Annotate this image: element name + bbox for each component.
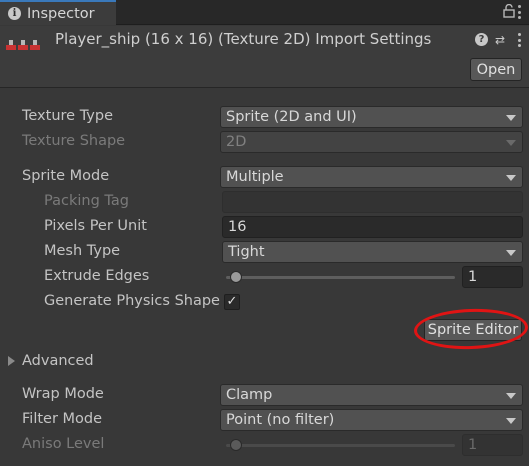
chevron-down-icon	[506, 140, 516, 146]
filter-mode-label: Filter Mode	[22, 411, 103, 427]
foldout-arrow-icon[interactable]	[8, 356, 15, 366]
highlight-annotation	[413, 307, 529, 351]
extrude-edges-label: Extrude Edges	[44, 268, 150, 284]
sprite-mode-label: Sprite Mode	[22, 168, 110, 184]
ship-sprite-icon	[18, 40, 28, 52]
aniso-level-slider-track	[226, 444, 455, 447]
wrap-mode-label: Wrap Mode	[22, 386, 104, 402]
chevron-down-icon	[506, 115, 516, 121]
kebab-menu-icon[interactable]	[518, 33, 522, 47]
filter-mode-dropdown[interactable]: Point (no filter)	[220, 409, 523, 431]
lock-icon[interactable]	[502, 4, 516, 18]
chevron-down-icon	[506, 418, 516, 424]
chevron-down-icon	[506, 175, 516, 181]
pixels-per-unit-label: Pixels Per Unit	[44, 218, 147, 234]
wrap-mode-dropdown[interactable]: Clamp	[220, 384, 523, 406]
aniso-level-field: 1	[462, 434, 523, 456]
ship-sprite-icon	[30, 40, 40, 52]
mesh-type-value: Tight	[228, 244, 265, 260]
pixels-per-unit-field[interactable]: 16	[222, 216, 523, 238]
tab-inspector[interactable]: i Inspector	[0, 0, 116, 25]
texture-shape-label: Texture Shape	[22, 133, 126, 149]
kebab-menu-icon[interactable]	[518, 5, 522, 19]
extrude-edges-slider-handle[interactable]	[230, 271, 242, 283]
extrude-edges-slider-track[interactable]	[226, 276, 455, 279]
aniso-level-slider-handle	[230, 439, 242, 451]
advanced-foldout[interactable]: Advanced	[22, 353, 94, 369]
texture-type-dropdown[interactable]: Sprite (2D and UI)	[220, 106, 523, 128]
packing-tag-label: Packing Tag	[44, 193, 129, 209]
ship-sprite-icon	[6, 40, 16, 52]
generate-physics-shape-label: Generate Physics Shape	[44, 293, 220, 309]
texture-shape-dropdown: 2D	[220, 131, 523, 153]
mesh-type-dropdown[interactable]: Tight	[222, 241, 523, 263]
sprite-mode-value: Multiple	[226, 169, 284, 185]
filter-mode-value: Point (no filter)	[226, 412, 335, 428]
sprite-mode-dropdown[interactable]: Multiple	[220, 166, 523, 188]
chevron-down-icon	[506, 393, 516, 399]
aniso-level-label: Aniso Level	[22, 436, 105, 452]
presets-icon[interactable]: ⇄	[495, 33, 509, 47]
mesh-type-label: Mesh Type	[44, 243, 121, 259]
asset-title: Player_ship (16 x 16) (Texture 2D) Impor…	[55, 30, 432, 48]
help-icon[interactable]: ?	[475, 33, 488, 46]
extrude-edges-field[interactable]: 1	[462, 266, 523, 288]
asset-thumbnail	[6, 40, 40, 52]
texture-type-value: Sprite (2D and UI)	[226, 109, 357, 125]
packing-tag-field	[222, 191, 523, 213]
texture-shape-value: 2D	[226, 134, 247, 150]
generate-physics-shape-checkbox[interactable]: ✓	[224, 294, 240, 310]
tab-label: Inspector	[27, 5, 95, 22]
open-button[interactable]: Open	[470, 58, 522, 81]
texture-type-label: Texture Type	[22, 108, 113, 124]
info-icon: i	[8, 7, 21, 20]
chevron-down-icon	[506, 250, 516, 256]
wrap-mode-value: Clamp	[226, 387, 273, 403]
